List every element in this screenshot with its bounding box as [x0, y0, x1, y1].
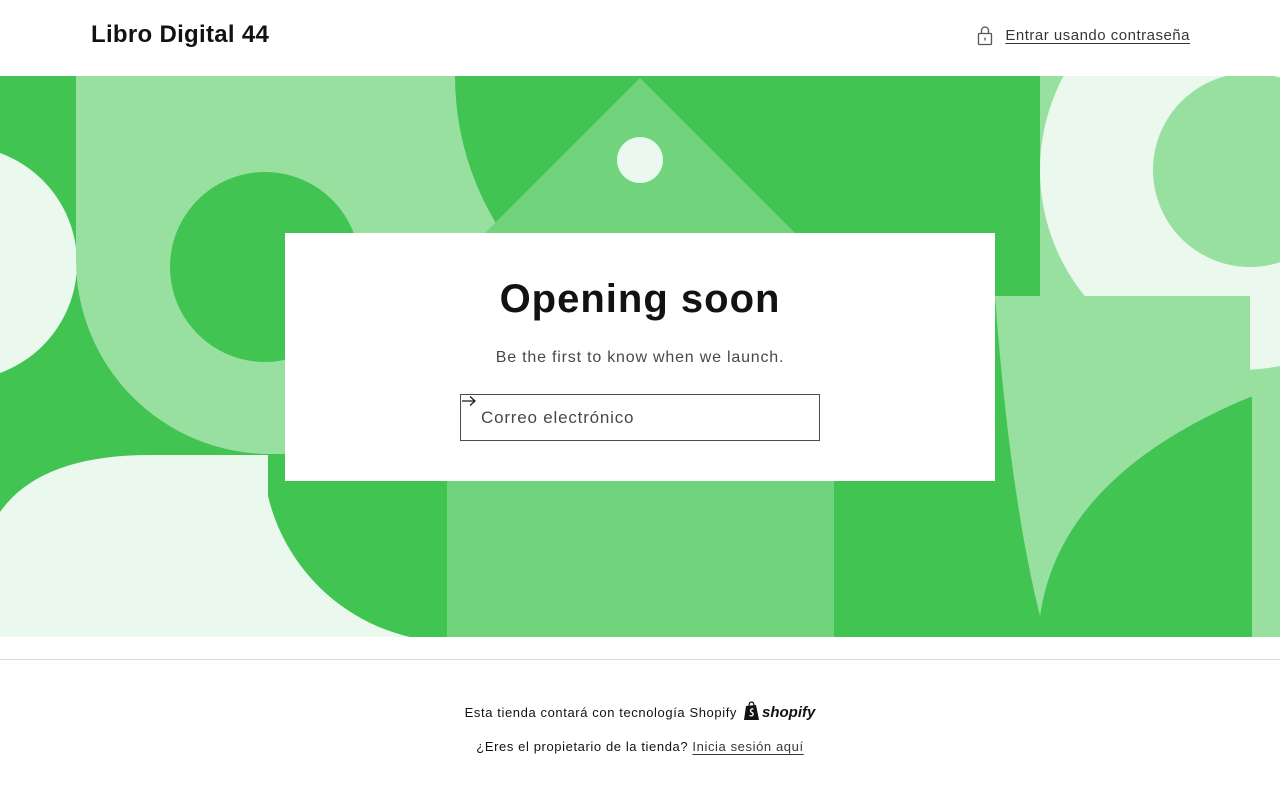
subscribe-button[interactable] [462, 395, 819, 440]
password-card: Opening soon Be the first to know when w… [285, 233, 995, 481]
email-input[interactable] [461, 395, 775, 440]
lock-icon [975, 24, 995, 46]
page-subtitle: Be the first to know when we launch. [495, 349, 785, 366]
powered-by: Esta tienda contará con tecnología Shopi… [0, 701, 1280, 724]
powered-by-text: Esta tienda contará con tecnología Shopi… [464, 705, 738, 720]
hero-banner: Opening soon Be the first to know when w… [0, 76, 1280, 637]
page-title: Opening soon [499, 277, 781, 321]
password-login-label: Entrar usando contraseña [1005, 26, 1190, 44]
password-login-link[interactable]: Entrar usando contraseña [975, 24, 1190, 46]
newsletter-form [460, 394, 820, 441]
shopify-wordmark: shopify [762, 704, 816, 721]
store-name[interactable]: Libro Digital 44 [91, 21, 269, 49]
footer-divider [0, 659, 1280, 660]
owner-question: ¿Eres el propietario de la tienda? [476, 739, 689, 754]
shopify-bag-icon [743, 701, 760, 724]
site-header: Libro Digital 44 Entrar usando contraseñ… [0, 0, 1280, 76]
owner-login-link[interactable]: Inicia sesión aquí [692, 739, 803, 754]
owner-login-line: ¿Eres el propietario de la tienda? Inici… [0, 739, 1280, 754]
shopify-logo-link[interactable]: shopify [743, 701, 815, 724]
